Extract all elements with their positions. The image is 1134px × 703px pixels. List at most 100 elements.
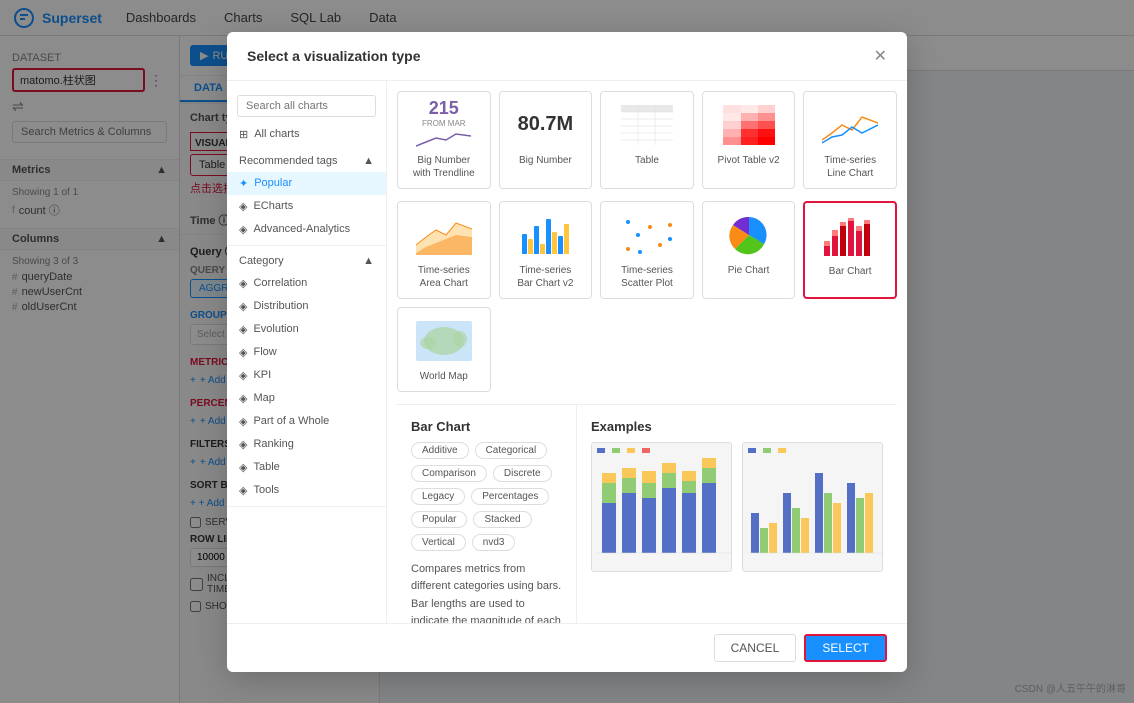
sidebar-correlation[interactable]: ◈ Correlation [227, 272, 386, 295]
evolution-icon: ◈ [239, 323, 247, 336]
world-map-thumb [414, 316, 474, 366]
sidebar-kpi[interactable]: ◈ KPI [227, 364, 386, 387]
chart-card-timeseries-bar-v2[interactable]: Time-seriesBar Chart v2 [499, 201, 593, 299]
chart-card-bar[interactable]: Bar Chart [803, 201, 897, 299]
sidebar-tools[interactable]: ◈ Tools [227, 479, 386, 502]
sidebar-map[interactable]: ◈ Map [227, 387, 386, 410]
recommended-section: Recommended tags ▲ ✦ Popular ◈ ECharts ◈… [227, 146, 386, 246]
visualization-modal: Select a visualization type ✕ ⊞ All char… [227, 32, 907, 672]
chart-label: Pivot Table v2 [718, 154, 780, 167]
category-section: Category ▲ ◈ Correlation ◈ Distribution … [227, 246, 386, 507]
select-button[interactable]: SELECT [804, 634, 887, 662]
charts-grid-row2: Time-seriesArea Chart [397, 201, 897, 392]
chart-label: Bar Chart [829, 265, 872, 278]
modal-header: Select a visualization type ✕ [227, 32, 907, 81]
recommended-header[interactable]: Recommended tags ▲ [227, 150, 386, 172]
trendline-svg [416, 128, 471, 148]
example-1 [591, 442, 732, 572]
chart-label: Time-seriesBar Chart v2 [517, 264, 573, 290]
timeseries-line-thumb [820, 100, 880, 150]
part-whole-icon: ◈ [239, 415, 247, 428]
big-number-trendline-thumb: 215 FROM MAR [414, 100, 474, 150]
tools-icon: ◈ [239, 484, 247, 497]
pie-thumb [719, 210, 779, 260]
category-header[interactable]: Category ▲ [227, 250, 386, 272]
sidebar-all-charts[interactable]: ⊞ All charts [227, 123, 386, 146]
modal-body: ⊞ All charts Recommended tags ▲ ✦ Popula… [227, 81, 907, 623]
timeseries-bar-v2-thumb [515, 210, 575, 260]
chart-card-timeseries-area[interactable]: Time-seriesArea Chart [397, 201, 491, 299]
examples-title: Examples [591, 419, 883, 434]
chart-label: World Map [420, 370, 468, 383]
sidebar-distribution[interactable]: ◈ Distribution [227, 295, 386, 318]
chart-card-world-map[interactable]: World Map [397, 307, 491, 392]
tag-popular[interactable]: Popular [411, 511, 467, 528]
sidebar-echarts[interactable]: ◈ ECharts [227, 195, 386, 218]
sidebar-evolution[interactable]: ◈ Evolution [227, 318, 386, 341]
table-thumb [617, 100, 677, 150]
sidebar-ranking[interactable]: ◈ Ranking [227, 433, 386, 456]
modal-sidebar: ⊞ All charts Recommended tags ▲ ✦ Popula… [227, 81, 387, 623]
chart-card-timeseries-scatter[interactable]: Time-seriesScatter Plot [600, 201, 694, 299]
chart-card-timeseries-line[interactable]: Time-seriesLine Chart [803, 91, 897, 189]
chart-card-pie[interactable]: Pie Chart [702, 201, 796, 299]
table-icon: ◈ [239, 461, 247, 474]
tag-additive[interactable]: Additive [411, 442, 469, 459]
tag-percentages[interactable]: Percentages [471, 488, 549, 505]
tag-legacy[interactable]: Legacy [411, 488, 465, 505]
chart-card-big-number[interactable]: 80.7M Big Number [499, 91, 593, 189]
chart-label: Big Numberwith Trendline [413, 154, 475, 180]
modal-title: Select a visualization type [247, 48, 421, 64]
chart-search-input[interactable] [237, 95, 376, 117]
tag-categorical[interactable]: Categorical [475, 442, 548, 459]
tag-vertical[interactable]: Vertical [411, 534, 466, 551]
modal-charts-area: 215 FROM MAR Big Numberwith Trendline [387, 81, 907, 623]
sidebar-popular[interactable]: ✦ Popular [227, 172, 386, 195]
chart-label: Time-seriesScatter Plot [621, 264, 673, 290]
modal-close-button[interactable]: ✕ [874, 46, 887, 66]
pivot-table-thumb [719, 100, 779, 150]
chart-card-big-number-trendline[interactable]: 215 FROM MAR Big Numberwith Trendline [397, 91, 491, 189]
chevron-icon2: ▲ [363, 255, 374, 267]
examples-grid [591, 442, 883, 572]
ranking-icon: ◈ [239, 438, 247, 451]
timeseries-scatter-thumb [617, 210, 677, 260]
modal-search [227, 89, 386, 123]
sidebar-part-whole[interactable]: ◈ Part of a Whole [227, 410, 386, 433]
advanced-icon: ◈ [239, 223, 247, 236]
sidebar-flow[interactable]: ◈ Flow [227, 341, 386, 364]
modal-footer: CANCEL SELECT [227, 623, 907, 672]
flow-icon: ◈ [239, 346, 247, 359]
bar-thumb [820, 211, 880, 261]
tag-comparison[interactable]: Comparison [411, 465, 487, 482]
chevron-icon: ▲ [363, 155, 374, 167]
chart-label: Pie Chart [728, 264, 770, 277]
modal-overlay[interactable]: Select a visualization type ✕ ⊞ All char… [0, 0, 1134, 703]
charts-grid-row1: 215 FROM MAR Big Numberwith Trendline [397, 91, 897, 189]
chart-description: Compares metrics from different categori… [411, 561, 562, 623]
sidebar-advanced[interactable]: ◈ Advanced-Analytics [227, 218, 386, 241]
example-2 [742, 442, 883, 572]
chart-label: Big Number [519, 154, 572, 167]
tag-nvd3[interactable]: nvd3 [472, 534, 516, 551]
echarts-icon: ◈ [239, 200, 247, 213]
tag-discrete[interactable]: Discrete [493, 465, 552, 482]
kpi-icon: ◈ [239, 369, 247, 382]
chart-label: Table [635, 154, 659, 167]
chart-label: Time-seriesLine Chart [824, 154, 876, 180]
tag-stacked[interactable]: Stacked [473, 511, 531, 528]
sidebar-table[interactable]: ◈ Table [227, 456, 386, 479]
cancel-button[interactable]: CANCEL [714, 634, 797, 662]
bottom-right: Examples [577, 405, 897, 623]
chart-card-table[interactable]: Table [600, 91, 694, 189]
map-icon: ◈ [239, 392, 247, 405]
watermark: CSDN @人五午午的淋哥 [1015, 680, 1126, 695]
modal-bottom: Bar Chart Additive Categorical Compariso… [397, 404, 897, 623]
chart-label: Time-seriesArea Chart [418, 264, 470, 290]
chart-card-pivot-table[interactable]: Pivot Table v2 [702, 91, 796, 189]
correlation-icon: ◈ [239, 277, 247, 290]
timeseries-area-thumb [414, 210, 474, 260]
distribution-icon: ◈ [239, 300, 247, 313]
bottom-left: Bar Chart Additive Categorical Compariso… [397, 405, 577, 623]
big-number-thumb: 80.7M [515, 100, 575, 150]
